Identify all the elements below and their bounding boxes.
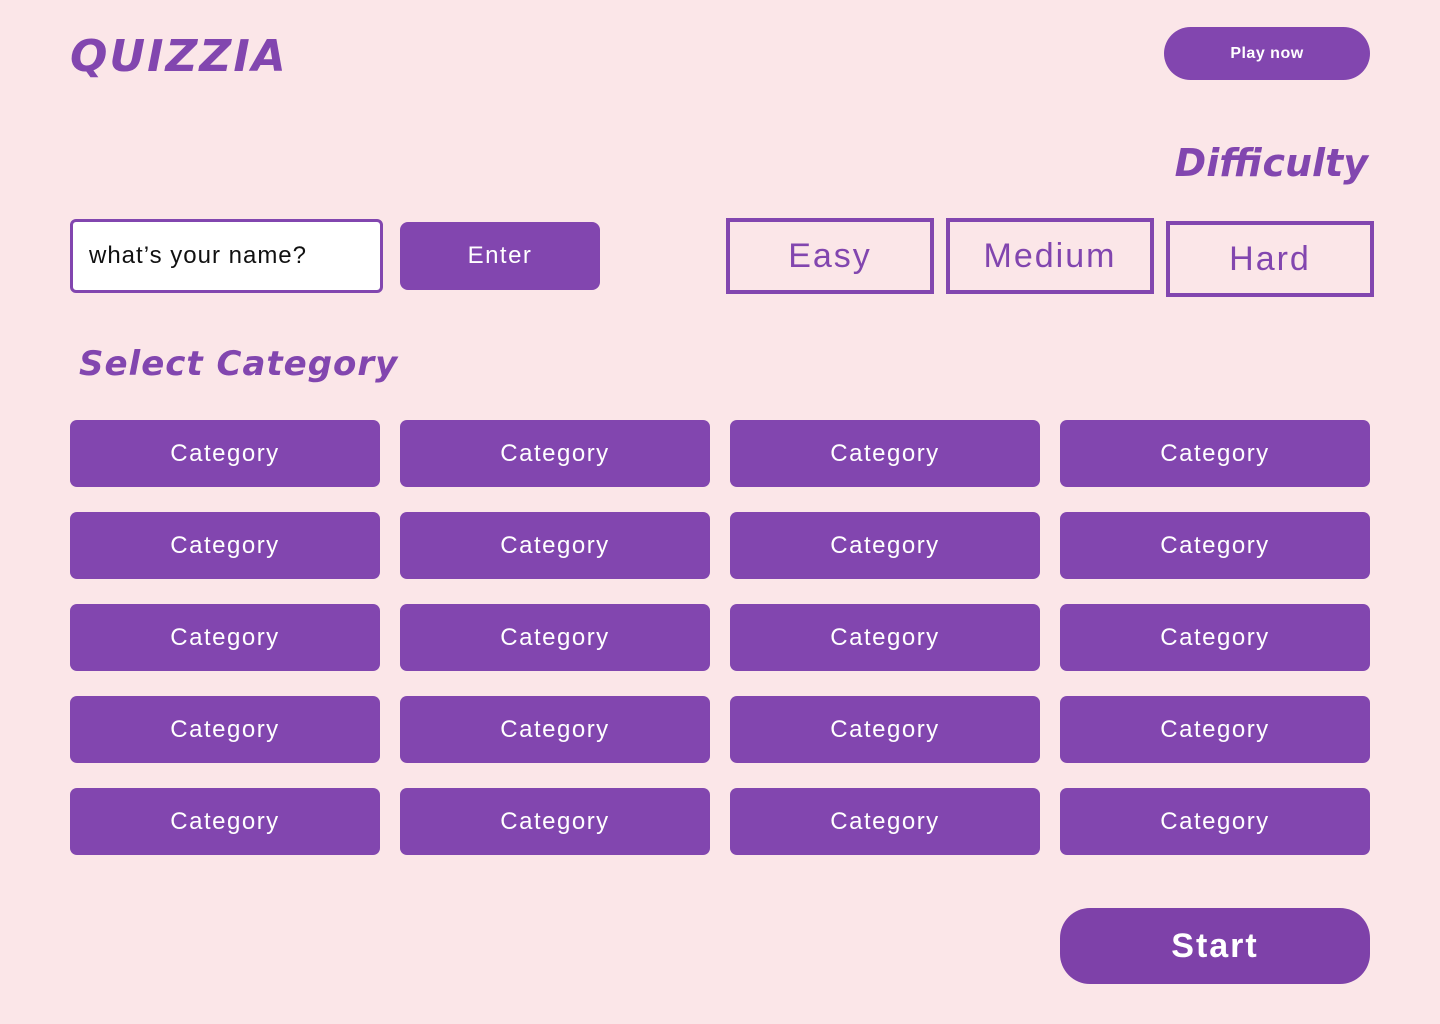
difficulty-heading: Difficulty [1174,141,1368,185]
category-button[interactable]: Category [730,788,1040,855]
category-button[interactable]: Category [400,788,710,855]
category-button[interactable]: Category [1060,604,1370,671]
category-button[interactable]: Category [1060,696,1370,763]
quiz-setup-page: QUIZZIA Play now Difficulty Enter Easy M… [0,0,1440,1024]
category-button[interactable]: Category [70,788,380,855]
start-button[interactable]: Start [1060,908,1370,984]
category-button[interactable]: Category [730,604,1040,671]
category-button[interactable]: Category [400,604,710,671]
category-button[interactable]: Category [70,512,380,579]
category-button[interactable]: Category [70,696,380,763]
difficulty-hard-button[interactable]: Hard [1166,221,1374,297]
name-input[interactable] [70,219,383,293]
category-button[interactable]: Category [1060,788,1370,855]
difficulty-medium-button[interactable]: Medium [946,218,1154,294]
difficulty-easy-button[interactable]: Easy [726,218,934,294]
play-now-button[interactable]: Play now [1164,27,1370,80]
category-button[interactable]: Category [730,512,1040,579]
category-button[interactable]: Category [730,420,1040,487]
category-button[interactable]: Category [70,604,380,671]
category-button[interactable]: Category [70,420,380,487]
category-button[interactable]: Category [1060,420,1370,487]
category-button[interactable]: Category [1060,512,1370,579]
category-button[interactable]: Category [400,512,710,579]
category-grid: Category Category Category Category Cate… [70,420,1370,855]
category-button[interactable]: Category [400,420,710,487]
category-button[interactable]: Category [400,696,710,763]
select-category-heading: Select Category [79,344,399,384]
app-logo: QUIZZIA [70,31,288,82]
enter-button[interactable]: Enter [400,222,600,290]
category-button[interactable]: Category [730,696,1040,763]
